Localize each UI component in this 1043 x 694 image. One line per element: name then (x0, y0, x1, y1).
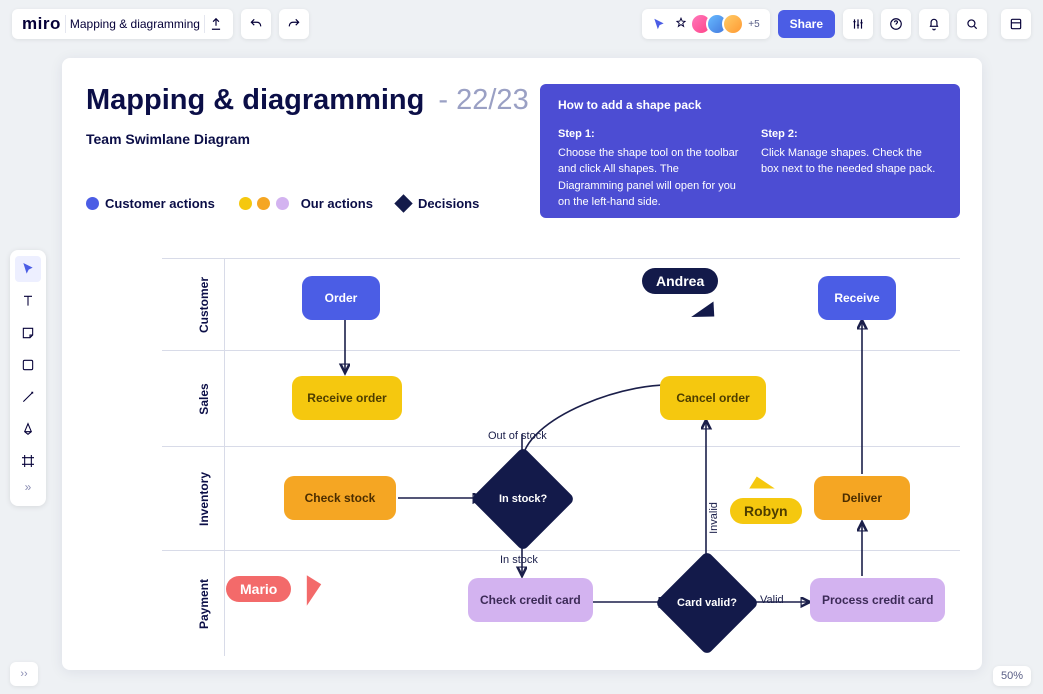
edge-in-stock: In stock (500, 554, 538, 566)
node-receive-order[interactable]: Receive order (292, 376, 402, 420)
node-deliver[interactable]: Deliver (814, 476, 910, 520)
tool-frame[interactable] (15, 448, 41, 474)
tool-shape[interactable] (15, 352, 41, 378)
cursor-robyn-pointer-icon (749, 477, 775, 489)
legend-decision: Decisions (397, 196, 479, 211)
node-check-cc[interactable]: Check credit card (468, 578, 593, 622)
help-panel: How to add a shape pack Step 1:Choose th… (540, 84, 960, 218)
settings-icon[interactable] (843, 9, 873, 39)
cursor-andrea: Andrea (642, 268, 718, 294)
reactions-icon[interactable] (674, 17, 688, 31)
page-title: Mapping & diagramming - 22/23 (86, 84, 529, 117)
node-receive[interactable]: Receive (818, 276, 896, 320)
tool-text[interactable] (15, 288, 41, 314)
cursor-robyn: Robyn (730, 498, 802, 524)
undo-button[interactable] (241, 9, 271, 39)
cursor-mario-pointer-icon (307, 575, 321, 606)
legend-customer: Customer actions (86, 196, 215, 211)
node-check-stock[interactable]: Check stock (284, 476, 396, 520)
collapse-button[interactable]: ›› (10, 662, 38, 686)
export-icon[interactable] (209, 17, 223, 31)
tool-more[interactable]: » (25, 480, 32, 500)
help-step-1: Step 1:Choose the shape tool on the tool… (558, 126, 739, 211)
zoom-level[interactable]: 50% (993, 666, 1031, 686)
help-step-2: Step 2:Click Manage shapes. Check the bo… (761, 126, 942, 211)
edge-out-of-stock: Out of stock (488, 430, 547, 442)
legend: Customer actions Our actions Decisions (86, 196, 479, 211)
edge-invalid: Invalid (708, 502, 720, 534)
lane-sales: Sales (162, 350, 960, 446)
cursor-mario: Mario (226, 576, 291, 602)
share-button[interactable]: Share (778, 10, 835, 38)
board-header: Mapping & diagramming - 22/23 Team Swiml… (86, 84, 529, 147)
topbar: miro Mapping & diagramming (12, 8, 1031, 40)
avatar (722, 13, 744, 35)
help-icon[interactable] (881, 9, 911, 39)
redo-button[interactable] (279, 9, 309, 39)
cursor-icon[interactable] (652, 17, 666, 31)
avatar-overflow[interactable]: +5 (748, 19, 759, 30)
tool-pen[interactable] (15, 416, 41, 442)
miro-logo: miro (22, 14, 61, 34)
tool-line[interactable] (15, 384, 41, 410)
collab-cluster: +5 (642, 9, 769, 39)
avatar-stack[interactable]: +5 (696, 13, 759, 35)
canvas[interactable]: Mapping & diagramming - 22/23 Team Swiml… (62, 58, 982, 670)
panel-icon[interactable] (1001, 9, 1031, 39)
swimlane-diagram[interactable]: Customer Sales Inventory Payment (162, 258, 960, 656)
node-cancel-order[interactable]: Cancel order (660, 376, 766, 420)
node-process-cc[interactable]: Process credit card (810, 578, 945, 622)
tool-cursor[interactable] (15, 256, 41, 282)
tool-sticky[interactable] (15, 320, 41, 346)
board-title-pill[interactable]: miro Mapping & diagramming (12, 9, 233, 39)
legend-our: Our actions (239, 196, 373, 211)
side-toolbar: » (10, 250, 46, 506)
edge-valid: Valid (760, 594, 784, 606)
node-order[interactable]: Order (302, 276, 380, 320)
search-icon[interactable] (957, 9, 987, 39)
page-subtitle: Team Swimlane Diagram (86, 131, 529, 147)
bell-icon[interactable] (919, 9, 949, 39)
help-title: How to add a shape pack (558, 98, 942, 112)
board-name[interactable]: Mapping & diagramming (70, 17, 200, 31)
